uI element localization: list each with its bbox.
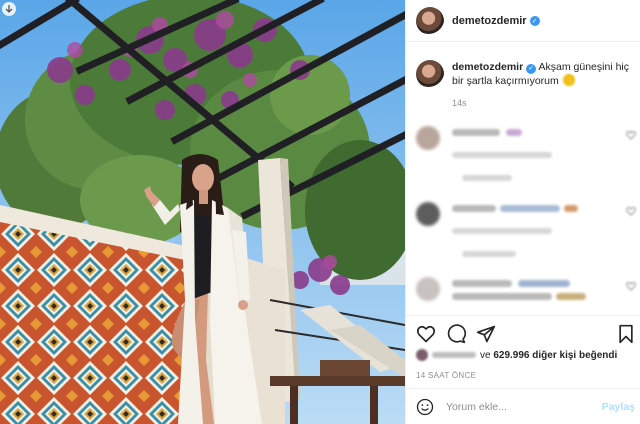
- comment-text-redacted: [452, 293, 552, 300]
- likes-prefix: ve: [480, 349, 491, 361]
- sun-emoji-icon: [563, 75, 574, 85]
- likes-suffix[interactable]: diğer kişi beğendi: [532, 350, 617, 361]
- comment-item: [416, 126, 636, 186]
- post-timestamp[interactable]: 14 SAAT ÖNCE: [416, 371, 476, 380]
- bookmark-icon[interactable]: [616, 324, 636, 344]
- likes-summary[interactable]: ve 629.996 diğer kişi beğendi: [416, 349, 617, 361]
- comment-emoji-redacted: [564, 205, 578, 212]
- liker-avatar: [416, 349, 428, 361]
- comment-text-redacted: [506, 129, 522, 136]
- view-replies-redacted[interactable]: [462, 175, 512, 181]
- arrow-down-icon: [5, 5, 13, 13]
- view-replies-redacted[interactable]: [462, 251, 516, 257]
- post-header: demetozdemir ✓: [406, 0, 640, 42]
- comment-text-redacted: [518, 280, 570, 287]
- add-comment-bar: Paylaş: [406, 388, 640, 424]
- heart-icon[interactable]: [416, 324, 436, 344]
- comment-emoji-redacted: [556, 293, 586, 300]
- verified-badge-icon: ✓: [526, 64, 537, 74]
- comment-avatar[interactable]: [416, 126, 440, 150]
- post-image: [0, 0, 405, 424]
- comment-meta-redacted: [452, 152, 552, 158]
- comment-avatar[interactable]: [416, 277, 440, 301]
- scroll-down-button[interactable]: [2, 2, 16, 16]
- share-icon[interactable]: [476, 324, 496, 344]
- comment-item: [416, 202, 636, 262]
- caption-time[interactable]: 14s: [452, 96, 630, 110]
- comments-panel: demetozdemir ✓ demetozdemir ✓ Akşam güneş…: [405, 0, 640, 424]
- comment-username-redacted: [452, 129, 500, 136]
- comment-input[interactable]: [446, 400, 586, 413]
- heart-icon[interactable]: [626, 130, 636, 140]
- comment-meta-redacted: [452, 228, 552, 234]
- header-username[interactable]: demetozdemir: [452, 15, 527, 27]
- comment-text-redacted: [500, 205, 560, 212]
- post-comment-button[interactable]: Paylaş: [602, 401, 635, 413]
- post-photo[interactable]: [0, 0, 405, 424]
- verified-badge-icon: ✓: [529, 15, 540, 26]
- comment-item: [416, 277, 636, 311]
- comment-icon[interactable]: [446, 324, 466, 344]
- caption-username[interactable]: demetozdemir: [452, 61, 523, 73]
- likes-count[interactable]: 629.996: [493, 350, 529, 361]
- comment-username-redacted: [452, 280, 512, 287]
- smiley-icon[interactable]: [416, 398, 434, 416]
- post-caption: demetozdemir ✓ Akşam güneşini hiç bir şar…: [416, 60, 636, 110]
- comment-username-redacted: [452, 205, 496, 212]
- heart-icon[interactable]: [626, 281, 636, 291]
- heart-icon[interactable]: [626, 206, 636, 216]
- comment-avatar[interactable]: [416, 202, 440, 226]
- caption-avatar[interactable]: [416, 60, 444, 88]
- liker-name-redacted[interactable]: [432, 352, 476, 358]
- avatar[interactable]: [416, 6, 444, 35]
